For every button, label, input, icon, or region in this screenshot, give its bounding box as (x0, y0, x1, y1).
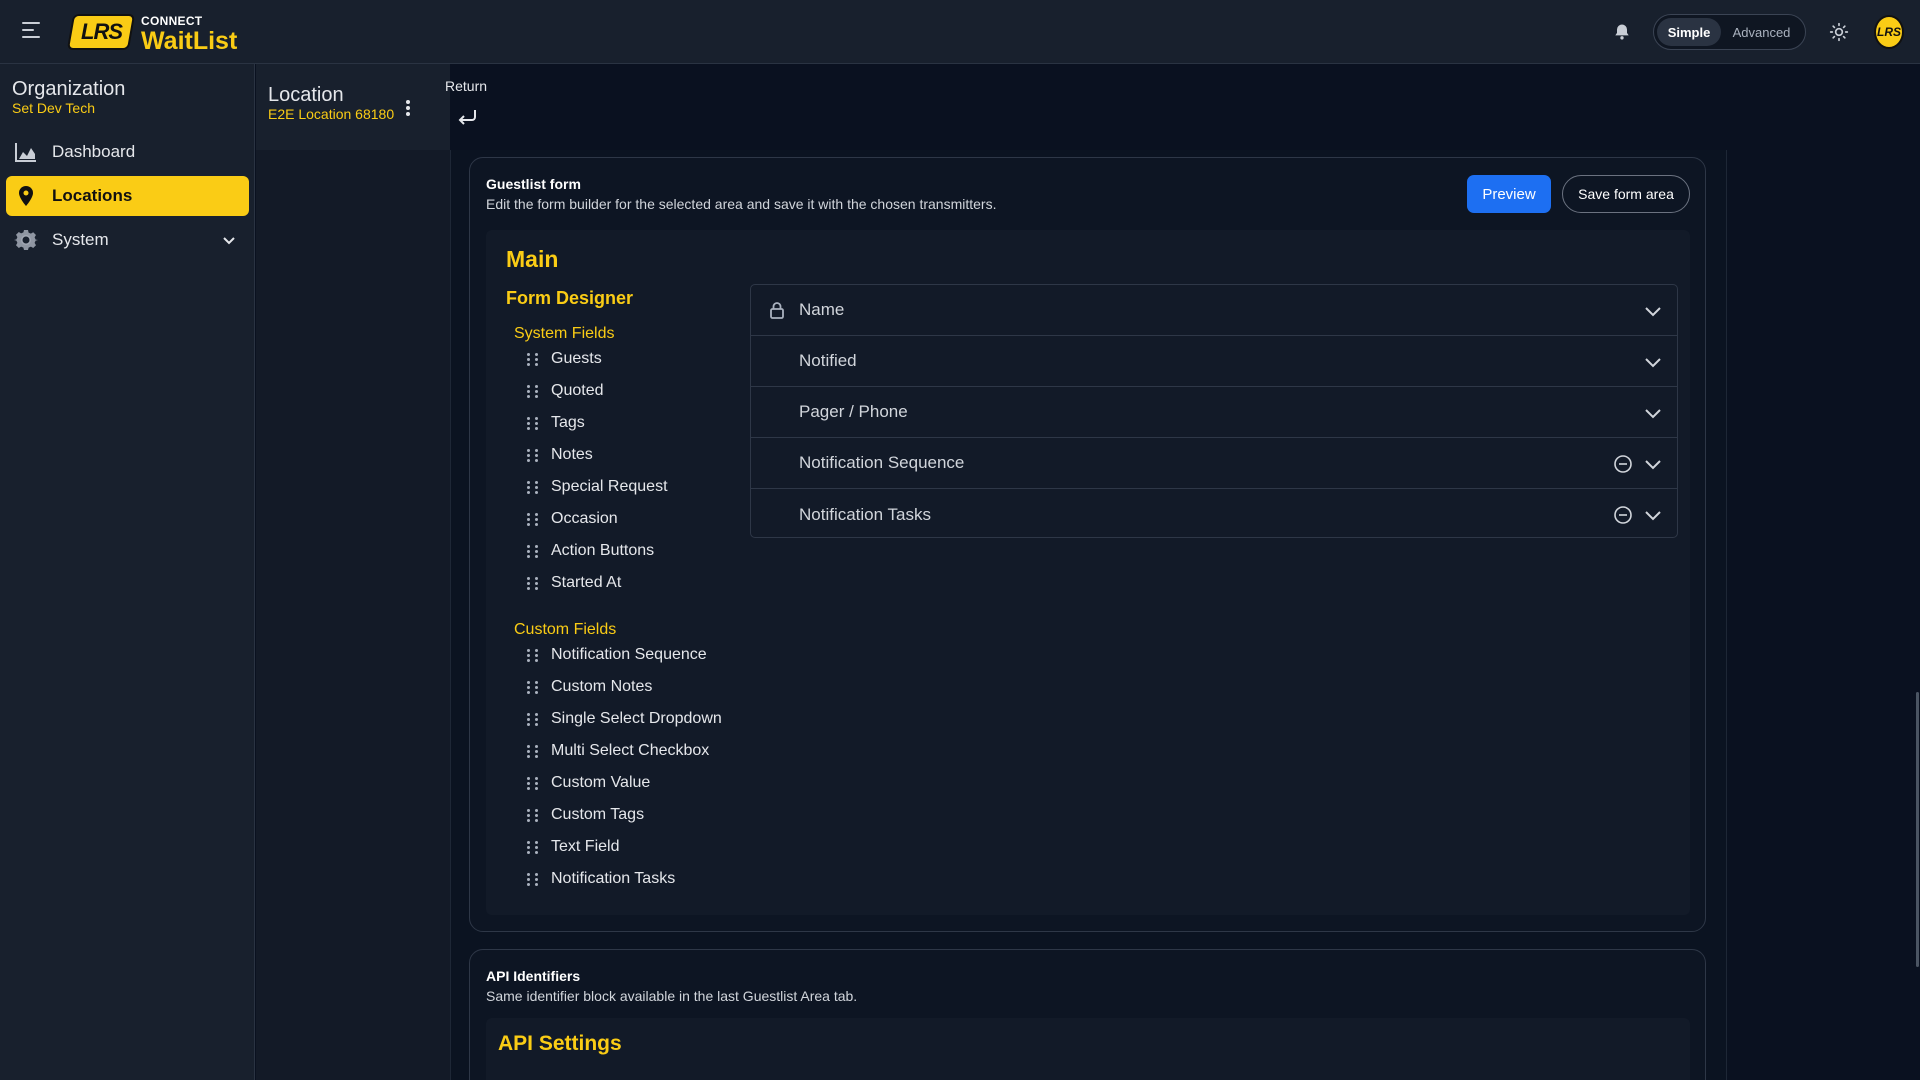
drag-handle-icon[interactable] (767, 505, 787, 525)
drag-handle-icon[interactable] (527, 743, 539, 759)
palette-item[interactable]: Quoted (527, 380, 603, 402)
palette-item[interactable]: Notification Sequence (527, 644, 707, 666)
top-bar: LRS CONNECT WaitList Simple Advanced LRS (0, 0, 1920, 64)
palette-item[interactable]: Occasion (527, 508, 618, 530)
location-value: E2E Location 68180 (268, 106, 395, 122)
palette-item[interactable]: Special Request (527, 476, 668, 498)
chevron-down-icon[interactable] (1643, 505, 1663, 525)
mode-simple-option[interactable]: Simple (1657, 18, 1721, 46)
palette-item[interactable]: Guests (527, 348, 602, 370)
drag-handle-icon[interactable] (767, 351, 787, 371)
gear-icon (14, 228, 38, 252)
palette-item[interactable]: Custom Notes (527, 676, 652, 698)
sun-icon[interactable] (1829, 22, 1849, 42)
organization-value: Set Dev Tech (12, 100, 96, 116)
avatar[interactable]: LRS (1874, 15, 1904, 49)
form-row-notified[interactable]: Notified (751, 336, 1677, 387)
palette-item[interactable]: Single Select Dropdown (527, 708, 722, 730)
palette-item[interactable]: Multi Select Checkbox (527, 740, 709, 762)
lrs-logo: LRS (66, 14, 136, 50)
drag-handle-icon[interactable] (527, 775, 539, 791)
drag-handle-icon[interactable] (527, 383, 539, 399)
drag-handle-icon[interactable] (527, 839, 539, 855)
sidebar-item-system[interactable]: System (6, 220, 249, 260)
card-title: Guestlist form (486, 176, 581, 192)
sidebar-item-dashboard[interactable]: Dashboard (6, 132, 249, 172)
return-label: Return (445, 78, 488, 94)
guestlist-form-card: Guestlist form Edit the form builder for… (469, 157, 1706, 932)
palette-item[interactable]: Text Field (527, 836, 619, 858)
remove-circle-icon[interactable] (1613, 505, 1633, 525)
scrollbar[interactable] (1916, 692, 1919, 967)
save-form-area-button[interactable]: Save form area (1562, 175, 1690, 213)
sidebar-item-label: System (52, 230, 109, 249)
drag-handle-icon[interactable] (767, 402, 787, 422)
form-row-notification-tasks[interactable]: Notification Tasks (751, 489, 1677, 537)
location-side-panel (256, 150, 450, 1080)
drag-handle-icon[interactable] (767, 453, 787, 473)
drag-handle-icon[interactable] (527, 447, 539, 463)
api-subtitle: Same identifier block available in the l… (486, 988, 858, 1004)
main-title: Main (506, 246, 559, 272)
drag-handle-icon[interactable] (527, 711, 539, 727)
chevron-down-icon[interactable] (1643, 403, 1663, 423)
mode-toggle[interactable]: Simple Advanced (1653, 14, 1806, 50)
palette-item[interactable]: Custom Value (527, 772, 650, 794)
drag-handle-icon[interactable] (527, 479, 539, 495)
sidebar-item-locations[interactable]: Locations (6, 176, 249, 216)
palette-item[interactable]: Started At (527, 572, 621, 594)
location-header: Location E2E Location 68180 (256, 64, 450, 150)
sidebar-item-label: Dashboard (52, 142, 136, 161)
remove-circle-icon[interactable] (1613, 454, 1633, 474)
form-designer-title: Form Designer (506, 288, 634, 308)
chart-area-icon (14, 140, 38, 164)
drag-handle-icon[interactable] (527, 575, 539, 591)
drag-handle-icon[interactable] (527, 807, 539, 823)
brand-connect: CONNECT (141, 14, 203, 28)
drag-handle-icon[interactable] (527, 647, 539, 663)
palette-item[interactable]: Tags (527, 412, 585, 434)
drag-handle-icon[interactable] (527, 871, 539, 887)
drag-handle-icon[interactable] (527, 511, 539, 527)
sidebar-item-label: Locations (52, 186, 133, 205)
api-settings-panel: API Settings (486, 1018, 1690, 1080)
drag-handle-icon[interactable] (527, 543, 539, 559)
palette-item[interactable]: Action Buttons (527, 540, 654, 562)
lock-icon (767, 300, 787, 320)
mode-advanced-option[interactable]: Advanced (1721, 18, 1802, 46)
api-settings-title: API Settings (498, 1032, 622, 1055)
kebab-menu-icon[interactable] (406, 100, 412, 118)
chevron-down-icon[interactable] (1643, 454, 1663, 474)
bell-icon[interactable] (1612, 22, 1632, 42)
form-row-name[interactable]: Name (751, 285, 1677, 336)
palette-item[interactable]: Notification Tasks (527, 868, 675, 890)
location-label: Location (268, 84, 344, 106)
form-row-notification-sequence[interactable]: Notification Sequence (751, 438, 1677, 489)
drag-handle-icon[interactable] (527, 415, 539, 431)
map-pin-icon (14, 184, 38, 208)
drag-handle-icon[interactable] (527, 679, 539, 695)
palette-item[interactable]: Notes (527, 444, 593, 466)
card-subtitle: Edit the form builder for the selected a… (486, 196, 997, 212)
return-icon[interactable] (455, 106, 479, 128)
form-canvas: Name Notified Pager / Phone Notification… (750, 284, 1678, 538)
sidebar: Organization Set Dev Tech Dashboard Loca… (0, 64, 255, 1080)
palette-item[interactable]: Custom Tags (527, 804, 644, 826)
organization-label: Organization (12, 78, 126, 100)
brand-waitlist: WaitList (141, 27, 238, 55)
chevron-down-icon[interactable] (1643, 352, 1663, 372)
custom-fields-title: Custom Fields (514, 621, 617, 638)
drag-handle-icon[interactable] (527, 351, 539, 367)
api-identifiers-card: API Identifiers Same identifier block av… (469, 949, 1706, 1080)
chevron-down-icon[interactable] (1643, 301, 1663, 321)
form-row-pager-phone[interactable]: Pager / Phone (751, 387, 1677, 438)
menu-icon[interactable] (22, 22, 42, 40)
form-builder-panel: Main Form Designer System Fields Guests … (486, 230, 1690, 915)
preview-button[interactable]: Preview (1467, 175, 1551, 213)
system-fields-title: System Fields (514, 325, 615, 342)
chevron-down-icon[interactable] (221, 232, 237, 248)
api-title: API Identifiers (486, 968, 581, 984)
